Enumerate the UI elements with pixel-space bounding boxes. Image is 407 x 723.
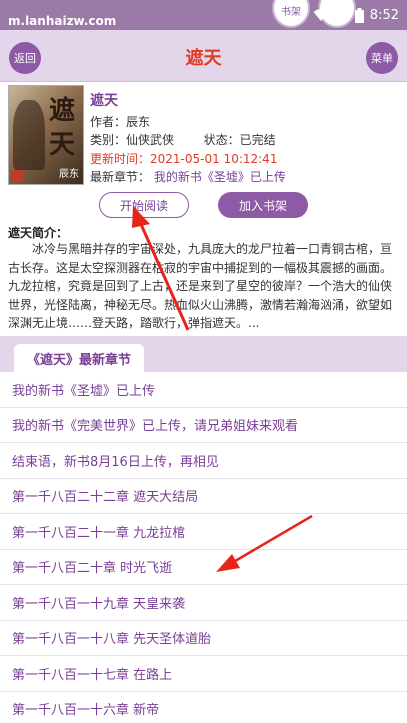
book-latest-row: 最新章节： 我的新书《圣墟》已上传 bbox=[90, 168, 286, 185]
clock: 8:52 bbox=[369, 7, 399, 23]
chapter-item[interactable]: 结束语，新书8月16日上传，再相见 bbox=[0, 443, 407, 479]
top-header: 返回 遮天 菜单 bbox=[0, 30, 407, 82]
chapter-item[interactable]: 第一千八百二十一章 九龙拉棺 bbox=[0, 514, 407, 550]
chapter-list: 我的新书《圣墟》已上传 我的新书《完美世界》已上传，请兄弟姐妹来观看 结束语，新… bbox=[0, 372, 407, 723]
chapter-item[interactable]: 第一千八百二十二章 遮天大结局 bbox=[0, 479, 407, 514]
add-to-bookshelf-button[interactable]: 加入书架 bbox=[218, 192, 308, 218]
start-reading-button[interactable]: 开始阅读 bbox=[99, 192, 189, 218]
book-author: 作者：辰东 bbox=[90, 115, 151, 129]
book-status: 状态：已完结 bbox=[203, 133, 276, 147]
status-icons: 8:52 bbox=[313, 4, 399, 26]
book-name: 遮天 bbox=[90, 93, 118, 109]
signal-icon bbox=[335, 9, 348, 21]
chapter-item[interactable]: 第一千八百一十八章 先天圣体道胎 bbox=[0, 621, 407, 656]
bookshelf-bubble-label: 书架 bbox=[281, 7, 301, 18]
cover-author: 辰东 bbox=[59, 169, 79, 180]
intro-text: 冰冷与黑暗并存的宇宙深处，九具庞大的龙尸拉着一口青铜古棺，亘古长存。这是太空探测… bbox=[8, 242, 393, 330]
status-bar: m.lanhaizw.com 书架 8:52 bbox=[0, 0, 407, 30]
latest-chapter-link[interactable]: 我的新书《圣墟》已上传 bbox=[154, 170, 286, 184]
chapters-tab[interactable]: 《遮天》最新章节 bbox=[14, 344, 144, 372]
book-update-time: 更新时间：2021-05-01 10:12:41 bbox=[90, 152, 278, 166]
book-cover[interactable]: 遮 天 辰东 bbox=[8, 85, 84, 185]
cover-figure bbox=[13, 100, 45, 170]
chapter-item[interactable]: 我的新书《完美世界》已上传，请兄弟姐妹来观看 bbox=[0, 408, 407, 443]
book-category-status: 类别：仙侠武侠 状态：已完结 bbox=[90, 131, 276, 148]
latest-label: 最新章节： bbox=[90, 170, 151, 184]
chapter-item[interactable]: 第一千八百一十九章 天皇来袭 bbox=[0, 585, 407, 621]
cover-publisher-mark bbox=[11, 170, 23, 182]
page-title: 遮天 bbox=[185, 48, 222, 69]
battery-icon bbox=[354, 7, 364, 23]
book-category: 类别：仙侠武侠 bbox=[90, 133, 175, 147]
menu-button[interactable]: 菜单 bbox=[366, 42, 398, 74]
chapter-item[interactable]: 我的新书《圣墟》已上传 bbox=[0, 372, 407, 408]
chapter-item[interactable]: 第一千八百二十章 时光飞逝 bbox=[0, 550, 407, 585]
url-text: m.lanhaizw.com bbox=[8, 14, 117, 28]
chapter-item[interactable]: 第一千八百一十七章 在路上 bbox=[0, 656, 407, 692]
chapter-item[interactable]: 第一千八百一十六章 新帝 bbox=[0, 692, 407, 723]
wifi-icon bbox=[313, 9, 329, 21]
cover-title-char-1: 遮 bbox=[49, 96, 76, 126]
intro-title: 遮天简介： bbox=[8, 226, 69, 240]
bookshelf-bubble[interactable]: 书架 bbox=[272, 0, 310, 28]
cover-title-char-2: 天 bbox=[49, 130, 76, 160]
